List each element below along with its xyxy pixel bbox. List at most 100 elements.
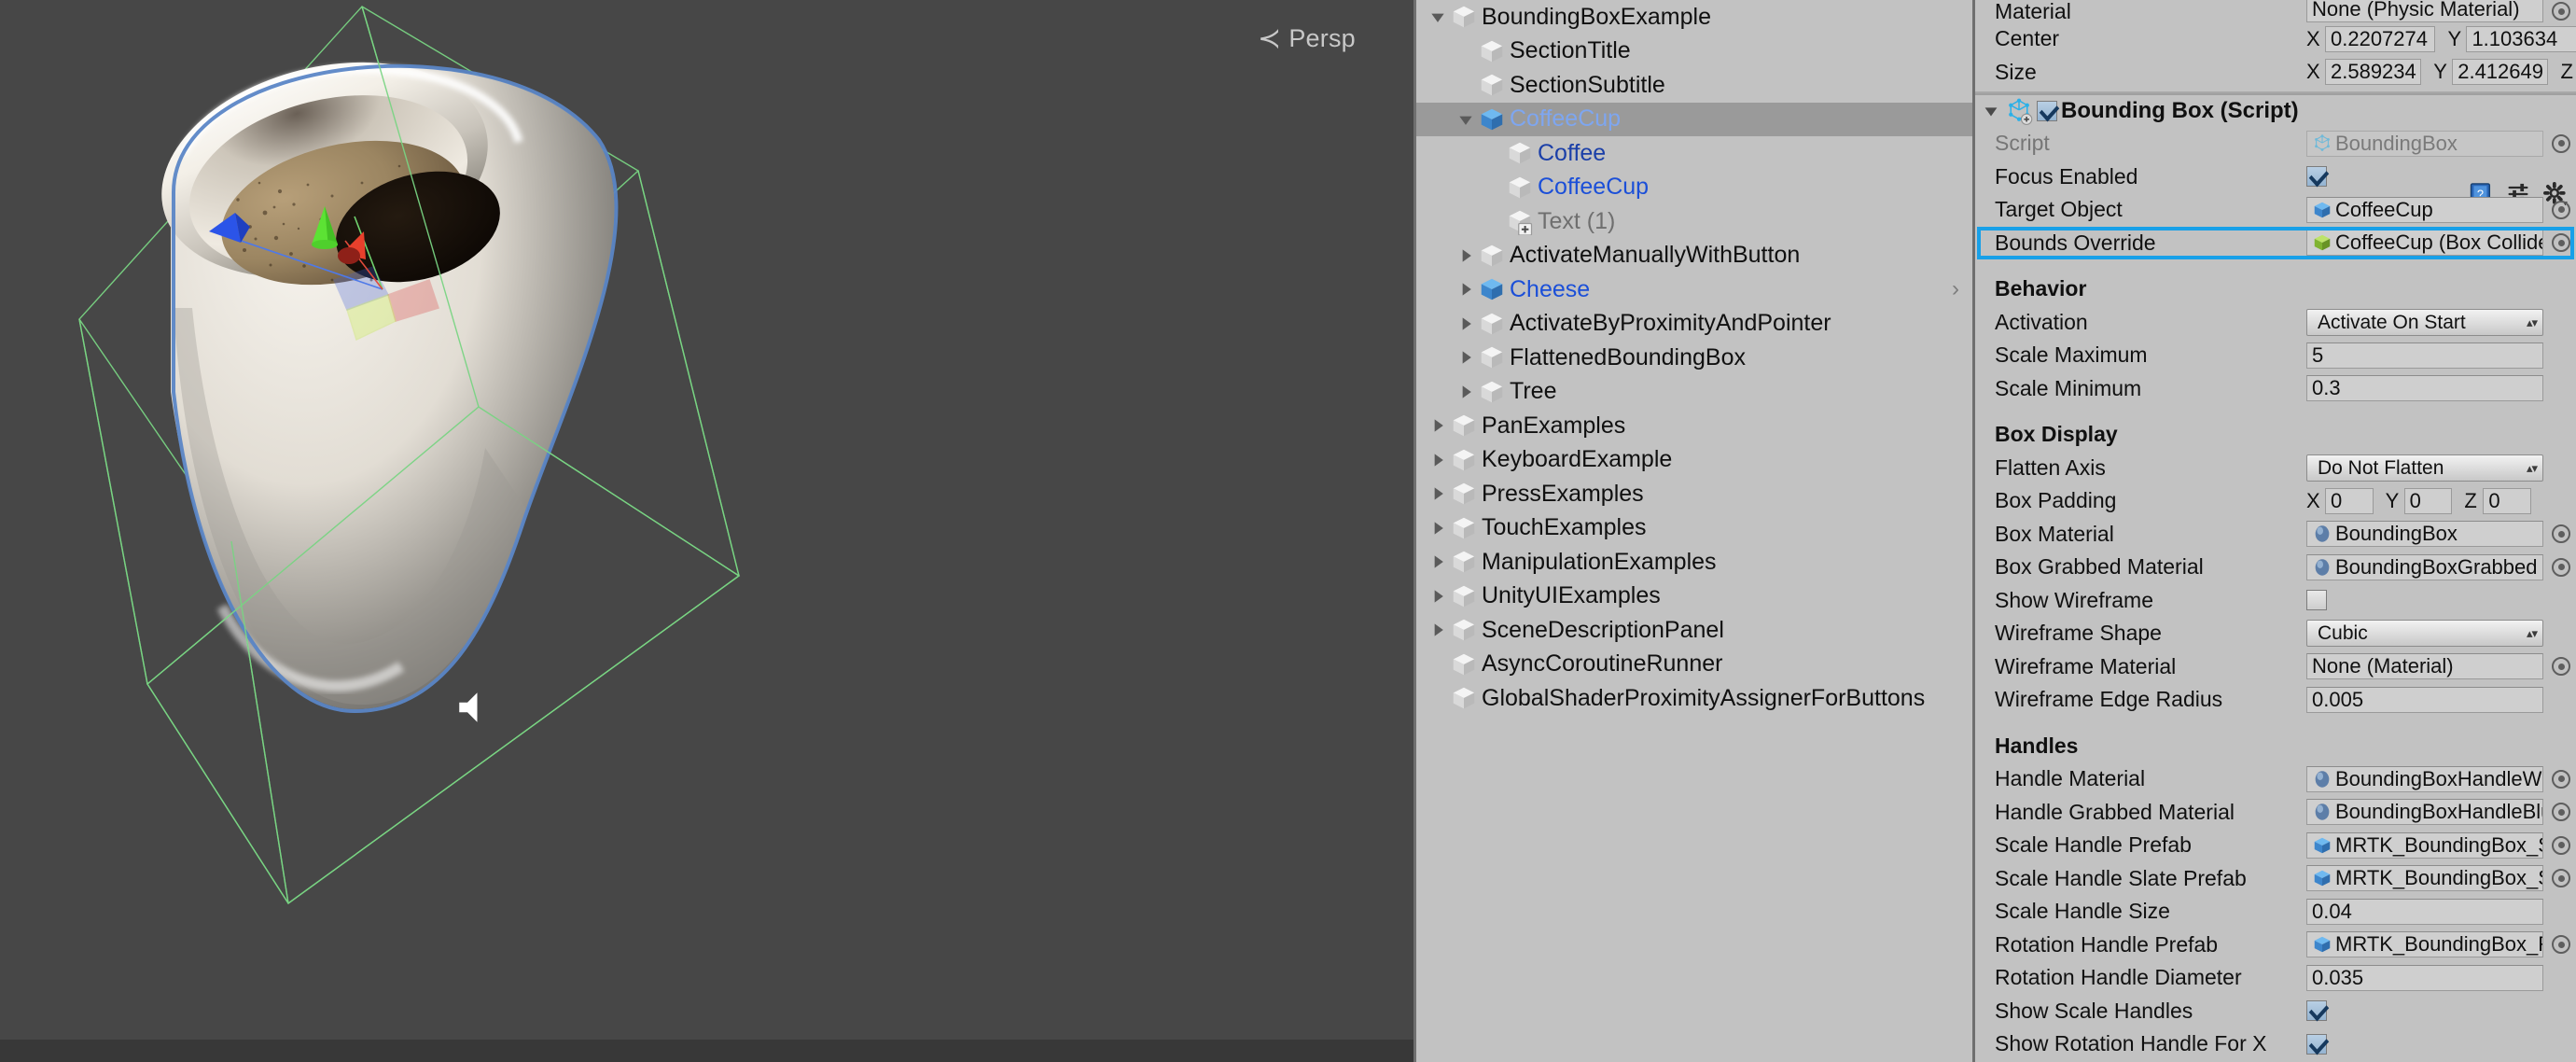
property-row-wireframe-edge-radius[interactable]: Wireframe Edge Radius 0.005 (1975, 683, 2576, 717)
property-row-focus-enabled[interactable]: Focus Enabled (1975, 161, 2576, 194)
hierarchy-item-asynccoroutinerunner[interactable]: AsyncCoroutineRunner (1416, 648, 1972, 682)
hierarchy-item-coffeecup[interactable]: CoffeeCup (1416, 102, 1972, 136)
hierarchy-item-sectionsubtitle[interactable]: SectionSubtitle (1416, 68, 1972, 103)
foldout-closed-icon[interactable] (1454, 307, 1478, 341)
hierarchy-item-unityuiexamples[interactable]: UnityUIExamples (1416, 580, 1972, 614)
property-row-activation[interactable]: Activation Activate On Start ▴▾ (1975, 306, 2576, 340)
property-row-scale-handle-prefab[interactable]: Scale Handle Prefab MRTK_BoundingBox_Scal… (1975, 829, 2576, 862)
property-row-wireframe-shape[interactable]: Wireframe Shape Cubic ▴▾ (1975, 617, 2576, 650)
box-padding-x[interactable]: 0 (2325, 487, 2374, 514)
collider-center-vector[interactable]: X 0.2207274 Y 1.103634 Z -0.01996105 (2306, 25, 2576, 52)
collider-center-row[interactable]: Center X 0.2207274 Y 1.103634 Z -0.01996… (1975, 22, 2576, 56)
collider-center-y[interactable]: 1.103634 (2466, 25, 2576, 52)
scene-3d-canvas[interactable] (0, 0, 1413, 1062)
checkbox-show-wireframe[interactable] (2306, 590, 2327, 611)
hierarchy-tree[interactable]: BoundingBoxExample SectionTitle SectionSub… (1416, 0, 1972, 716)
hierarchy-item-manipulationexamples[interactable]: ManipulationExamples (1416, 545, 1972, 580)
property-row-scale-handle-size[interactable]: Scale Handle Size 0.04 (1975, 895, 2576, 929)
hierarchy-item-pressexamples[interactable]: PressExamples (1416, 477, 1972, 511)
object-picker-icon[interactable] (2552, 769, 2570, 789)
field-box-grabbed-material[interactable]: BoundingBoxGrabbed (2306, 553, 2543, 580)
box-padding-y[interactable]: 0 (2403, 487, 2453, 514)
hierarchy-item-flattenedboundingbox[interactable]: FlattenedBoundingBox (1416, 341, 1972, 375)
object-picker-icon[interactable] (2552, 557, 2570, 577)
hierarchy-item-tree[interactable]: Tree (1416, 375, 1972, 410)
property-row-scale-handle-slate-prefab[interactable]: Scale Handle Slate Prefab MRTK_BoundingBo… (1975, 862, 2576, 896)
hierarchy-item-text-1-[interactable]: Text (1) (1416, 204, 1972, 239)
field-handle-material[interactable]: BoundingBoxHandleWhite (2306, 765, 2543, 792)
field-bounds-override[interactable]: CoffeeCup (Box Collider) (2306, 230, 2543, 257)
field-scale-handle-size[interactable]: 0.04 (2306, 898, 2543, 925)
foldout-closed-icon[interactable] (1454, 341, 1478, 374)
foldout-open-icon[interactable] (1981, 101, 2001, 121)
bounding-box-property-rows[interactable]: Script BoundingBox Focus Enabled Target Obj… (1975, 127, 2576, 1061)
bounding-box-component-header[interactable]: Bounding Box (Script) ? (1975, 93, 2576, 206)
property-row-flatten-axis[interactable]: Flatten Axis Do Not Flatten ▴▾ (1975, 452, 2576, 485)
hierarchy-item-touchexamples[interactable]: TouchExamples (1416, 511, 1972, 546)
foldout-closed-icon[interactable] (1426, 443, 1450, 477)
field-script[interactable]: BoundingBox (2306, 130, 2543, 157)
property-row-rotation-handle-diameter[interactable]: Rotation Handle Diameter 0.035 (1975, 961, 2576, 995)
property-row-show-rotation-handle-for-x[interactable]: Show Rotation Handle For X (1975, 1027, 2576, 1061)
property-row-wireframe-material[interactable]: Wireframe Material None (Material) (1975, 650, 2576, 684)
hierarchy-item-coffee[interactable]: Coffee (1416, 136, 1972, 171)
property-row-show-scale-handles[interactable]: Show Scale Handles (1975, 995, 2576, 1028)
field-scale-handle-slate-prefab[interactable]: MRTK_BoundingBox_ScaleWidget_Slate (2306, 865, 2543, 892)
object-picker-icon[interactable] (2552, 869, 2570, 888)
foldout-closed-icon[interactable] (1426, 613, 1450, 647)
scene-camera-mode[interactable]: ≺ Persp (1258, 24, 1356, 53)
foldout-closed-icon[interactable] (1454, 239, 1478, 272)
foldout-closed-icon[interactable] (1426, 409, 1450, 442)
collider-center-x[interactable]: 0.2207274 (2325, 25, 2436, 52)
object-picker-icon[interactable] (2552, 657, 2570, 677)
hierarchy-panel[interactable]: BoundingBoxExample SectionTitle SectionSub… (1413, 0, 1975, 1062)
hierarchy-item-activatemanuallywithbutton[interactable]: ActivateManuallyWithButton (1416, 239, 1972, 273)
checkbox-focus-enabled[interactable] (2306, 166, 2327, 188)
dropdown-activation[interactable]: Activate On Start ▴▾ (2306, 308, 2543, 336)
object-picker-icon[interactable] (2552, 524, 2570, 544)
field-scale-maximum[interactable]: 5 (2306, 342, 2543, 369)
property-row-handle-material[interactable]: Handle Material BoundingBoxHandleWhite (1975, 762, 2576, 796)
hierarchy-item-globalshaderproximityassignerforbuttons[interactable]: GlobalShaderProximityAssignerForButtons (1416, 681, 1972, 716)
checkbox-show-rotation-handle-for-x[interactable] (2306, 1033, 2327, 1055)
vector3-box-padding[interactable]: X0Y0Z0 (2306, 487, 2543, 514)
foldout-closed-icon[interactable] (1426, 545, 1450, 579)
foldout-closed-icon[interactable] (1454, 272, 1478, 306)
property-row-scale-maximum[interactable]: Scale Maximum 5 (1975, 339, 2576, 372)
collider-size-x[interactable]: 2.589234 (2325, 59, 2422, 86)
foldout-closed-icon[interactable] (1426, 580, 1450, 613)
property-row-box-grabbed-material[interactable]: Box Grabbed Material BoundingBoxGrabbed (1975, 551, 2576, 584)
inspector-panel[interactable]: Material None (Physic Material) Center X… (1975, 0, 2576, 1062)
collider-size-vector[interactable]: X 2.589234 Y 2.412649 Z 2.116626 (2306, 59, 2576, 86)
property-row-handle-grabbed-material[interactable]: Handle Grabbed Material BoundingBoxHandle… (1975, 796, 2576, 830)
hierarchy-item-boundingboxexample[interactable]: BoundingBoxExample (1416, 0, 1972, 35)
foldout-open-icon[interactable] (1454, 103, 1478, 136)
property-row-bounds-override[interactable]: Bounds Override CoffeeCup (Box Collider) (1975, 226, 2576, 259)
dropdown-flatten-axis[interactable]: Do Not Flatten ▴▾ (2306, 454, 2543, 482)
object-picker-icon[interactable] (2552, 200, 2570, 219)
property-row-rotation-handle-prefab[interactable]: Rotation Handle Prefab MRTK_BoundingBox_R… (1975, 929, 2576, 962)
hierarchy-item-sectiontitle[interactable]: SectionTitle (1416, 35, 1972, 69)
dropdown-wireframe-shape[interactable]: Cubic ▴▾ (2306, 620, 2543, 648)
foldout-closed-icon[interactable] (1426, 477, 1450, 510)
hierarchy-item-panexamples[interactable]: PanExamples (1416, 409, 1972, 443)
field-wireframe-edge-radius[interactable]: 0.005 (2306, 686, 2543, 713)
collider-material-field[interactable]: None (Physic Material) (2306, 0, 2543, 22)
hierarchy-item-keyboardexample[interactable]: KeyboardExample (1416, 443, 1972, 478)
field-box-material[interactable]: BoundingBox (2306, 521, 2543, 548)
property-row-target-object[interactable]: Target Object CoffeeCup (1975, 193, 2576, 227)
property-row-box-padding[interactable]: Box Padding X 0 Y 0 Z 0 (1975, 484, 2576, 518)
collider-material-picker-icon[interactable] (2552, 2, 2570, 21)
property-row-box-material[interactable]: Box Material BoundingBox (1975, 518, 2576, 552)
field-rotation-handle-prefab[interactable]: MRTK_BoundingBox_RotateWidget (2306, 931, 2543, 958)
field-wireframe-material[interactable]: None (Material) (2306, 653, 2543, 680)
hierarchy-item-cheese[interactable]: Cheese › (1416, 272, 1972, 307)
foldout-closed-icon[interactable] (1454, 375, 1478, 409)
foldout-closed-icon[interactable] (1426, 511, 1450, 545)
hierarchy-item-coffeecup[interactable]: CoffeeCup (1416, 171, 1972, 205)
foldout-open-icon[interactable] (1426, 0, 1450, 34)
collider-material-row[interactable]: Material None (Physic Material) (1975, 0, 2576, 22)
bounding-box-enabled-checkbox[interactable] (2037, 101, 2057, 121)
checkbox-show-scale-handles[interactable] (2306, 1000, 2327, 1022)
box-padding-z[interactable]: 0 (2483, 487, 2532, 514)
